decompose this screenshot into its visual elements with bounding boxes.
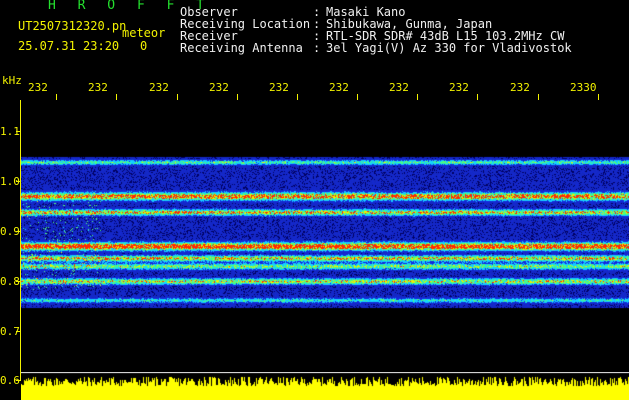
x-tick-mark bbox=[177, 94, 178, 100]
y-tick-mark bbox=[16, 231, 21, 232]
x-tick-mark bbox=[538, 94, 539, 100]
y-tick-mark bbox=[16, 380, 21, 381]
x-tick-label: 232 bbox=[510, 81, 530, 94]
x-tick-label: 232 bbox=[269, 81, 289, 94]
y-tick-mark bbox=[16, 131, 21, 132]
x-tick-label: 232 bbox=[88, 81, 108, 94]
x-tick-label: 2330 bbox=[570, 81, 597, 94]
y-unit-label: kHz bbox=[2, 74, 22, 87]
file-name: UT2507312320.pn bbox=[18, 19, 127, 33]
x-tick-mark bbox=[56, 94, 57, 100]
y-tick-mark bbox=[16, 281, 21, 282]
y-axis-line bbox=[20, 100, 21, 380]
x-tick-mark bbox=[417, 94, 418, 100]
y-tick-mark bbox=[16, 331, 21, 332]
x-tick-label: 232 bbox=[329, 81, 349, 94]
mode-label: meteor bbox=[122, 26, 166, 40]
x-tick-label: 232 bbox=[389, 81, 409, 94]
antenna-value: 3el Yagi(V) Az 330 for Vladivostok bbox=[326, 41, 572, 55]
datetime: 25.07.31 23:20 bbox=[18, 39, 120, 53]
waterfall-spectrogram bbox=[21, 100, 629, 372]
x-tick-mark bbox=[116, 94, 117, 100]
x-tick-label: 232 bbox=[28, 81, 48, 94]
x-tick-mark bbox=[477, 94, 478, 100]
x-tick-label: 232 bbox=[209, 81, 229, 94]
x-tick-mark bbox=[598, 94, 599, 100]
x-tick-label: 232 bbox=[449, 81, 469, 94]
antenna-colon: : bbox=[313, 41, 321, 55]
x-tick-mark bbox=[357, 94, 358, 100]
y-tick-mark bbox=[16, 181, 21, 182]
signal-level-bar bbox=[21, 372, 629, 400]
x-tick-label: 232 bbox=[149, 81, 169, 94]
x-tick-mark bbox=[237, 94, 238, 100]
antenna-label: Receiving Antenna bbox=[180, 41, 303, 55]
hroft-window: H R O F F T UT2507312320.pn meteor 25.07… bbox=[0, 0, 629, 400]
counter: 0 bbox=[140, 39, 148, 53]
x-tick-mark bbox=[297, 94, 298, 100]
